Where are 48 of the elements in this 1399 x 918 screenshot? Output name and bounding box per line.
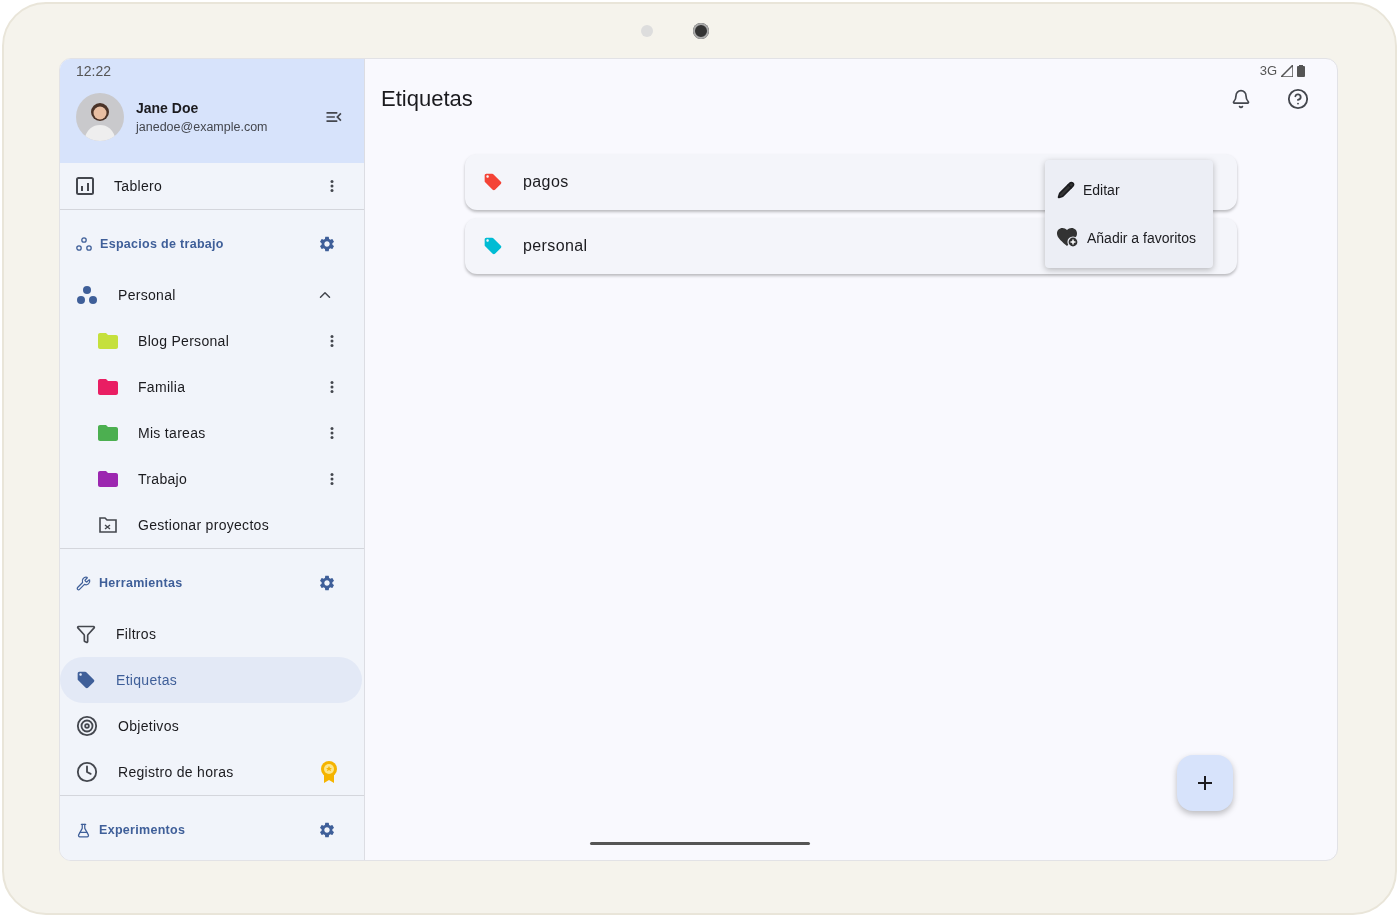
filter-icon: [76, 624, 96, 644]
flask-icon: [76, 822, 91, 838]
section-title: Herramientas: [99, 576, 184, 590]
heart-plus-icon: [1057, 228, 1079, 248]
award-icon: [320, 761, 338, 783]
label-name: pagos: [523, 173, 569, 191]
network-type: 3G: [1259, 63, 1277, 78]
user-email: janedoe@example.com: [136, 120, 269, 134]
nav-item[interactable]: Filtros: [60, 611, 364, 657]
more-icon: [330, 335, 334, 347]
camera-dot: [693, 23, 709, 39]
status-time: 12:22: [76, 63, 113, 79]
battery-icon: [1297, 64, 1305, 77]
workspaces-icon: [76, 237, 92, 251]
workspace-item[interactable]: Personal: [60, 272, 364, 318]
more-icon: [330, 381, 334, 393]
user-name: Jane Doe: [136, 100, 200, 116]
project-item[interactable]: Blog Personal: [60, 318, 364, 364]
tag-icon: [76, 670, 96, 690]
nav-item[interactable]: Tablero: [60, 163, 364, 209]
more-icon: [330, 473, 334, 485]
settings-icon: [318, 574, 336, 592]
target-icon: [76, 715, 98, 737]
label-name: personal: [523, 237, 588, 255]
more-icon: [330, 427, 334, 439]
sensor-dot: [641, 25, 653, 37]
page-title: Etiquetas: [381, 86, 474, 112]
project-item[interactable]: Mis tareas: [60, 410, 364, 456]
wrench-icon: [76, 575, 91, 591]
nav-item[interactable]: Objetivos: [60, 703, 364, 749]
more-icon: [330, 180, 334, 192]
settings-icon: [318, 235, 336, 253]
signal-icon: [1281, 64, 1293, 77]
dashboard-icon: [76, 177, 94, 195]
project-item[interactable]: Familia: [60, 364, 364, 410]
workspaces-icon: [76, 285, 98, 305]
settings-icon: [318, 821, 336, 839]
section-title: Experimentos: [99, 823, 187, 837]
bell-icon: [1231, 89, 1251, 109]
nav-item[interactable]: Etiquetas: [60, 657, 362, 703]
project-item[interactable]: Trabajo: [60, 456, 364, 502]
nav-item[interactable]: Registro de horas: [60, 749, 364, 795]
section-title: Espacios de trabajo: [100, 237, 225, 251]
help-icon: [1287, 88, 1309, 110]
manage-projects-item[interactable]: Gestionar proyectos: [60, 502, 364, 548]
clock-icon: [76, 761, 98, 783]
folder-icon: [98, 517, 118, 533]
edit-icon: [1057, 181, 1075, 199]
